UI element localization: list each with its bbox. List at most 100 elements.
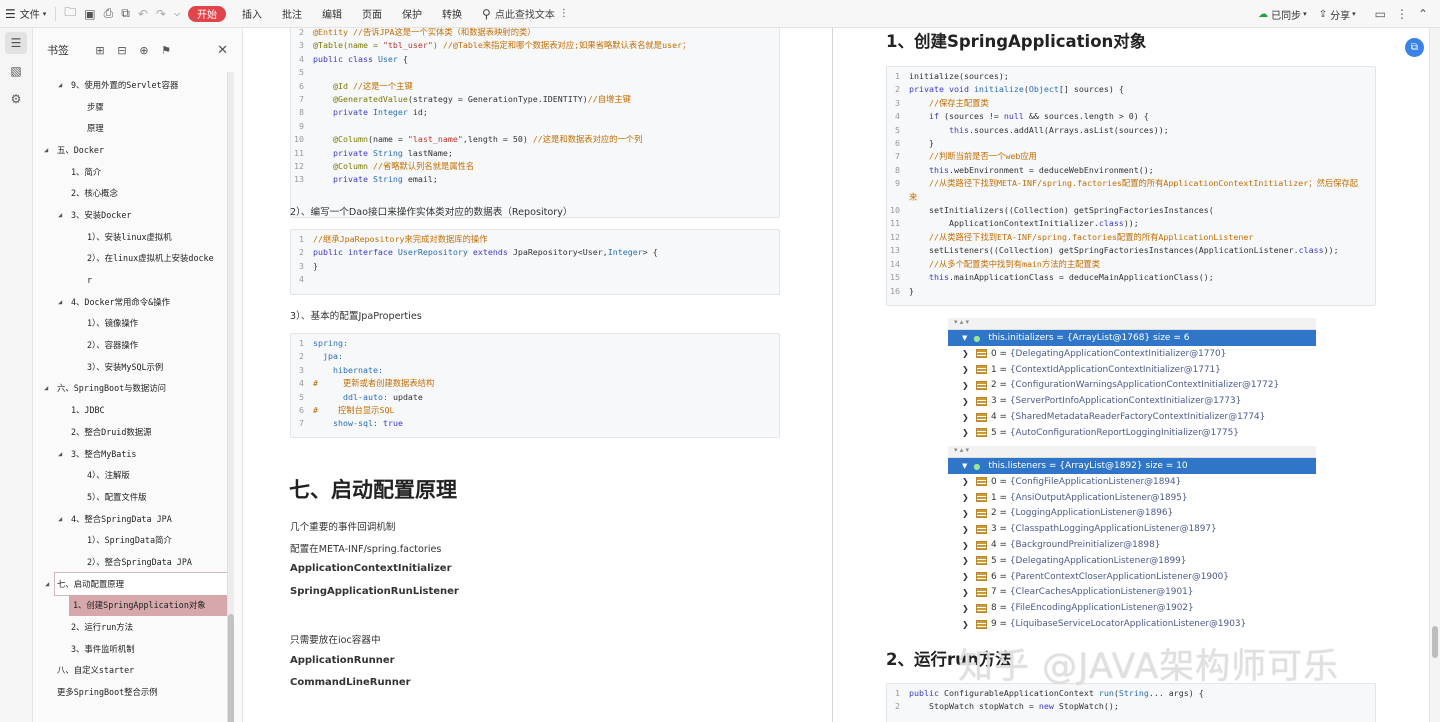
expand-arrow-icon[interactable]: ▼	[962, 462, 967, 470]
debugger-list-item[interactable]: ❯ 0 = {ConfigFileApplicationListener@1894}	[948, 474, 1316, 490]
undo-icon[interactable]: ↶	[134, 0, 152, 28]
expand-toggle-icon[interactable]: ◢	[58, 211, 62, 219]
chevron-right-icon[interactable]: ❯	[962, 604, 976, 613]
debugger-list-item[interactable]: ❯ 8 = {FileEncodingApplicationListener@190…	[948, 600, 1316, 616]
bookmark-item[interactable]: 2）、在linux虚拟机上安装docke	[33, 248, 227, 270]
tab-protect[interactable]: 保护	[392, 0, 432, 28]
bookmark-item[interactable]: 2、运行run方法	[33, 616, 227, 638]
bookmark-item[interactable]: 步骤	[33, 96, 227, 118]
debugger-list-item[interactable]: ❯ 4 = {SharedMetadataReaderFactoryContextI…	[948, 409, 1316, 425]
debugger-list-item[interactable]: ❯ 5 = {DelegatingApplicationListener@1899}	[948, 553, 1316, 569]
debugger-list-item[interactable]: ❯ 0 = {DelegatingApplicationContextInitial…	[948, 346, 1316, 362]
bookmark-item[interactable]: 4）、注解版	[33, 464, 227, 486]
chevron-right-icon[interactable]: ❯	[962, 381, 976, 390]
scrollbar-thumb[interactable]	[228, 614, 234, 722]
bookmark-item[interactable]: 2）、整合SpringData JPA	[33, 551, 227, 573]
bookmark-scrollbar[interactable]	[227, 72, 234, 722]
share-button[interactable]: ⇪ 分享 ▾	[1314, 0, 1361, 28]
more-icon[interactable]: ⋮	[1392, 0, 1412, 28]
bookmark-panel-icon[interactable]: ☰	[5, 32, 27, 54]
debugger-list-item[interactable]: ❯ 9 = {LiquibaseServiceLocatorApplicationL…	[948, 616, 1316, 632]
bookmark-item[interactable]: 1）、镜像操作	[33, 313, 227, 335]
bookmark-item[interactable]: ◢ 六、SpringBoot与数据访问	[33, 378, 227, 400]
tab-edit[interactable]: 编辑	[312, 0, 352, 28]
bookmark-item[interactable]: ◢ 3、安装Docker	[33, 204, 227, 226]
sync-status[interactable]: ☁ 已同步 ▾	[1253, 0, 1312, 28]
debugger-variable-header[interactable]: ▼ ● this.initializers = {ArrayList@1768} s…	[948, 330, 1316, 346]
save-icon[interactable]: ▣	[80, 0, 99, 28]
expand-toggle-icon[interactable]: ◢	[45, 580, 49, 588]
debugger-list-item[interactable]: ❯ 7 = {ClearCachesApplicationListener@1901…	[948, 585, 1316, 601]
tab-insert[interactable]: 插入	[232, 0, 272, 28]
bookmark-item[interactable]: 更多SpringBoot整合示例	[33, 681, 227, 703]
chevron-right-icon[interactable]: ❯	[962, 620, 976, 629]
chevron-right-icon[interactable]: ❯	[962, 572, 976, 581]
thumbnail-icon[interactable]: ▧	[5, 60, 27, 82]
redo-icon[interactable]: ↷	[152, 0, 170, 28]
bookmark-item[interactable]: 八、自定义starter	[33, 660, 227, 682]
debugger-list-item[interactable]: ❯ 4 = {BackgroundPreinitializer@1898}	[948, 537, 1316, 553]
export-icon[interactable]: ⧉	[117, 0, 134, 28]
bookmark-item[interactable]: r	[33, 269, 227, 291]
bookmark-item[interactable]: ◢ 3、整合MyBatis	[33, 443, 227, 465]
debugger-list-item[interactable]: ❯ 1 = {AnsiOutputApplicationListener@1895}	[948, 490, 1316, 506]
bookmark-item[interactable]: ◢ 七、启动配置原理	[45, 571, 227, 596]
file-menu[interactable]: ☰ 文件 ▾	[0, 0, 51, 28]
expand-toggle-icon[interactable]: ◢	[44, 384, 48, 392]
chevron-right-icon[interactable]: ❯	[962, 509, 976, 518]
bookmark-item[interactable]: 1、创建SpringApplication对象	[69, 594, 227, 617]
expand-toggle-icon[interactable]: ◢	[58, 81, 62, 89]
chevron-right-icon[interactable]: ❯	[962, 556, 976, 565]
bookmark-item[interactable]: 5）、配置文件版	[33, 486, 227, 508]
search-input[interactable]: 点此查找文本	[495, 6, 555, 21]
chevron-right-icon[interactable]: ❯	[962, 493, 976, 502]
collapse-all-icon[interactable]: ⊟	[111, 44, 133, 57]
debugger-list-item[interactable]: ❯ 5 = {AutoConfigurationReportLoggingIniti…	[948, 425, 1316, 441]
debugger-list-item[interactable]: ❯ 2 = {LoggingApplicationListener@1896}	[948, 506, 1316, 522]
more-options-icon[interactable]: ⋮	[559, 8, 569, 19]
bookmark-item[interactable]: ◢ 4、Docker常用命令&操作	[33, 291, 227, 313]
tab-page[interactable]: 页面	[352, 0, 392, 28]
bookmark-item[interactable]: 3）、安装MySQL示例	[33, 356, 227, 378]
scrollbar-thumb[interactable]	[1432, 626, 1438, 658]
expand-toggle-icon[interactable]: ◢	[58, 298, 62, 306]
bookmark-item[interactable]: 2、整合Druid数据源	[33, 421, 227, 443]
more-chevron-icon[interactable]: ⌵	[170, 0, 184, 28]
chevron-right-icon[interactable]: ❯	[962, 349, 976, 358]
collapse-icon[interactable]: ⌃	[1414, 0, 1432, 28]
expand-arrow-icon[interactable]: ▼	[962, 334, 967, 342]
window-icon[interactable]: ▭	[1371, 0, 1390, 28]
tab-convert[interactable]: 转换	[432, 0, 472, 28]
chevron-right-icon[interactable]: ❯	[962, 477, 976, 486]
bookmark-item[interactable]: 1）、安装linux虚拟机	[33, 226, 227, 248]
expand-all-icon[interactable]: ⊞	[89, 44, 111, 57]
bookmark-item[interactable]: 2）、容器操作	[33, 334, 227, 356]
search-box[interactable]: ⚲ 点此查找文本 ⋮	[482, 6, 569, 22]
debugger-variable-header[interactable]: ▼ ● this.listeners = {ArrayList@1892} size…	[948, 458, 1316, 474]
bookmark-item[interactable]: 2、核心概念	[33, 182, 227, 204]
chevron-right-icon[interactable]: ❯	[962, 413, 976, 422]
bookmark-item[interactable]: 1、JDBC	[33, 399, 227, 421]
debugger-list-item[interactable]: ❯ 6 = {ParentContextCloserApplicationListe…	[948, 569, 1316, 585]
tab-start[interactable]: 开始	[188, 5, 227, 22]
chevron-right-icon[interactable]: ❯	[962, 397, 976, 406]
debugger-list-item[interactable]: ❯ 2 = {ConfigurationWarningsApplicationCon…	[948, 378, 1316, 394]
chevron-right-icon[interactable]: ❯	[962, 541, 976, 550]
expand-toggle-icon[interactable]: ◢	[44, 146, 48, 154]
bookmark-item[interactable]: 3、事件监听机制	[33, 638, 227, 660]
chevron-right-icon[interactable]: ❯	[962, 365, 976, 374]
tab-annotate[interactable]: 批注	[272, 0, 312, 28]
debugger-list-item[interactable]: ❯ 1 = {ContextIdApplicationContextInitiali…	[948, 362, 1316, 378]
add-bookmark-icon[interactable]: ⊕	[133, 44, 155, 57]
bookmark-item[interactable]: ◢ 五、Docker	[33, 139, 227, 161]
bookmark-item[interactable]: 原理	[33, 117, 227, 139]
bookmark-icon[interactable]: ⚑	[155, 44, 177, 57]
print-icon[interactable]: ⎙	[100, 0, 118, 28]
attachment-icon[interactable]: ⚙	[5, 88, 27, 110]
debugger-list-item[interactable]: ❯ 3 = {ClasspathLoggingApplicationListener…	[948, 521, 1316, 537]
chevron-right-icon[interactable]: ❯	[962, 525, 976, 534]
bookmark-item[interactable]: ◢ 4、整合SpringData JPA	[33, 508, 227, 530]
close-icon[interactable]: ✕	[217, 43, 228, 58]
open-folder-icon[interactable]: 🗀	[60, 0, 80, 28]
debugger-list-item[interactable]: ❯ 3 = {ServerPortInfoApplicationContextIni…	[948, 393, 1316, 409]
